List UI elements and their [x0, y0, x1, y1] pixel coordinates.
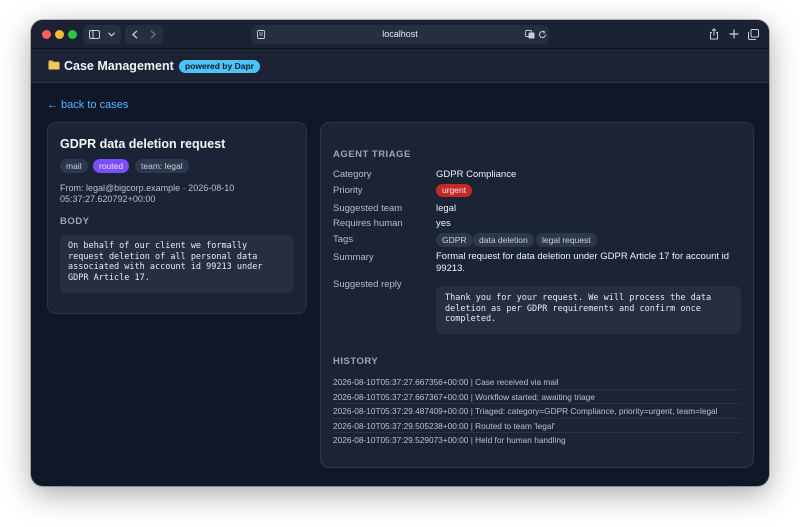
category-value: GDPR Compliance [436, 169, 517, 180]
reload-icon[interactable] [538, 30, 547, 39]
sidebar-toggle-icon[interactable] [89, 30, 100, 39]
history-nav-group [125, 25, 163, 44]
tags-label: Tags [333, 234, 354, 245]
channel-chip: mail [60, 159, 88, 173]
share-icon[interactable] [709, 28, 719, 40]
chevron-down-icon[interactable] [108, 32, 115, 37]
suggested-reply-text: Thank you for your request. We will proc… [445, 293, 712, 324]
summary-label: Summary [333, 252, 374, 263]
zoom-window-button[interactable] [68, 30, 77, 39]
priority-label: Priority [333, 185, 363, 196]
app-title: Case Management [64, 59, 174, 73]
tag-chip: data deletion [473, 233, 534, 247]
agent-triage-heading: AGENT TRIAGE [333, 149, 411, 160]
tabs-icon[interactable] [748, 29, 759, 40]
browser-window: localhost Case Management powered by Dap… [31, 20, 769, 486]
case-title: GDPR data deletion request [60, 137, 226, 151]
tag-chip: legal request [536, 233, 597, 247]
suggested-team-value: legal [436, 203, 457, 214]
case-meta: From: legal@bigcorp.example · 2026-08-10… [60, 183, 296, 205]
forward-arrow-icon[interactable] [150, 30, 156, 39]
case-meta-sender: From: legal@bigcorp.example · 2026-08-10 [60, 183, 235, 193]
close-window-button[interactable] [42, 30, 51, 39]
category-label: Category [333, 169, 372, 180]
url-text: localhost [382, 29, 418, 39]
case-body-box: On behalf of our client we formally requ… [60, 235, 294, 293]
history-entry: 2026-08-10T05:37:27.667356+00:00 | Case … [333, 375, 741, 390]
back-arrow-icon[interactable] [132, 30, 138, 39]
history-entry: 2026-08-10T05:37:29.487409+00:00 | Triag… [333, 404, 741, 419]
requires-human-value: yes [436, 218, 451, 229]
folder-icon [48, 60, 60, 70]
minimize-window-button[interactable] [55, 30, 64, 39]
body-label: BODY [60, 216, 90, 227]
history-entry: 2026-08-10T05:37:27.667367+00:00 | Workf… [333, 390, 741, 404]
translate-icon[interactable] [525, 30, 535, 39]
case-body-text: On behalf of our client we formally requ… [68, 241, 263, 283]
priority-badge: urgent [436, 184, 473, 197]
history-heading: HISTORY [333, 356, 379, 367]
summary-value: Formal request for data deletion under G… [436, 251, 730, 274]
team-chip: team: legal [135, 159, 189, 173]
case-meta-timestamp: 05:37:27.620792+00:00 [60, 194, 156, 204]
suggested-team-label: Suggested team [333, 203, 403, 214]
status-chip: routed [93, 159, 130, 173]
case-detail-card: GDPR data deletion request mail routed t… [47, 122, 307, 314]
suggested-reply-box: Thank you for your request. We will proc… [436, 286, 741, 334]
tag-chip: GDPR [436, 233, 473, 247]
triage-card: AGENT TRIAGE Category GDPR Compliance Pr… [320, 122, 754, 468]
suggested-reply-label: Suggested reply [333, 279, 402, 290]
dapr-badge: powered by Dapr [179, 60, 260, 73]
history-entry: 2026-08-10T05:37:29.505238+00:00 | Route… [333, 419, 741, 433]
address-bar[interactable]: localhost [251, 25, 549, 44]
requires-human-label: Requires human [333, 218, 403, 229]
plus-icon[interactable] [729, 29, 739, 39]
app-header: Case Management powered by Dapr [31, 49, 769, 83]
sidebar-toggle-group[interactable] [83, 25, 121, 44]
back-to-cases-link[interactable]: ← back to cases [47, 99, 128, 111]
browser-toolbar: localhost [31, 20, 769, 49]
history-entry: 2026-08-10T05:37:29.529073+00:00 | Held … [333, 435, 566, 445]
